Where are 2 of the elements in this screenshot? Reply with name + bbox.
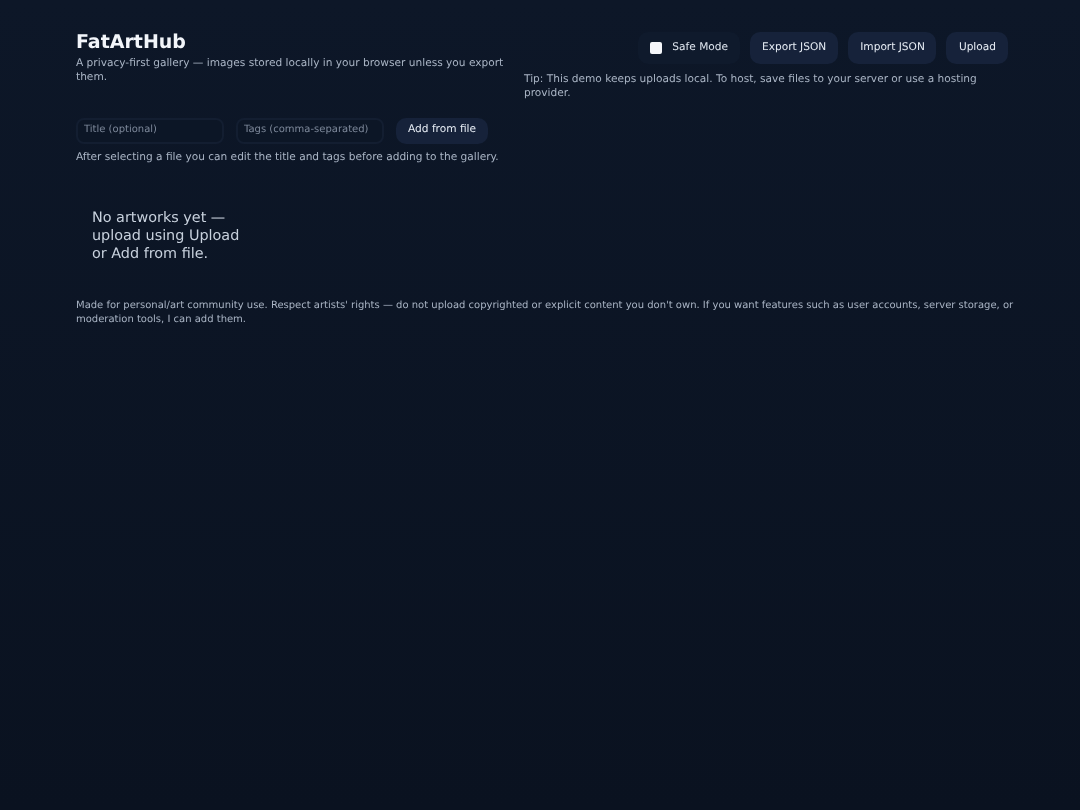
app-title: FatArtHub [76, 32, 188, 54]
safe-mode-checkbox[interactable] [650, 42, 663, 54]
